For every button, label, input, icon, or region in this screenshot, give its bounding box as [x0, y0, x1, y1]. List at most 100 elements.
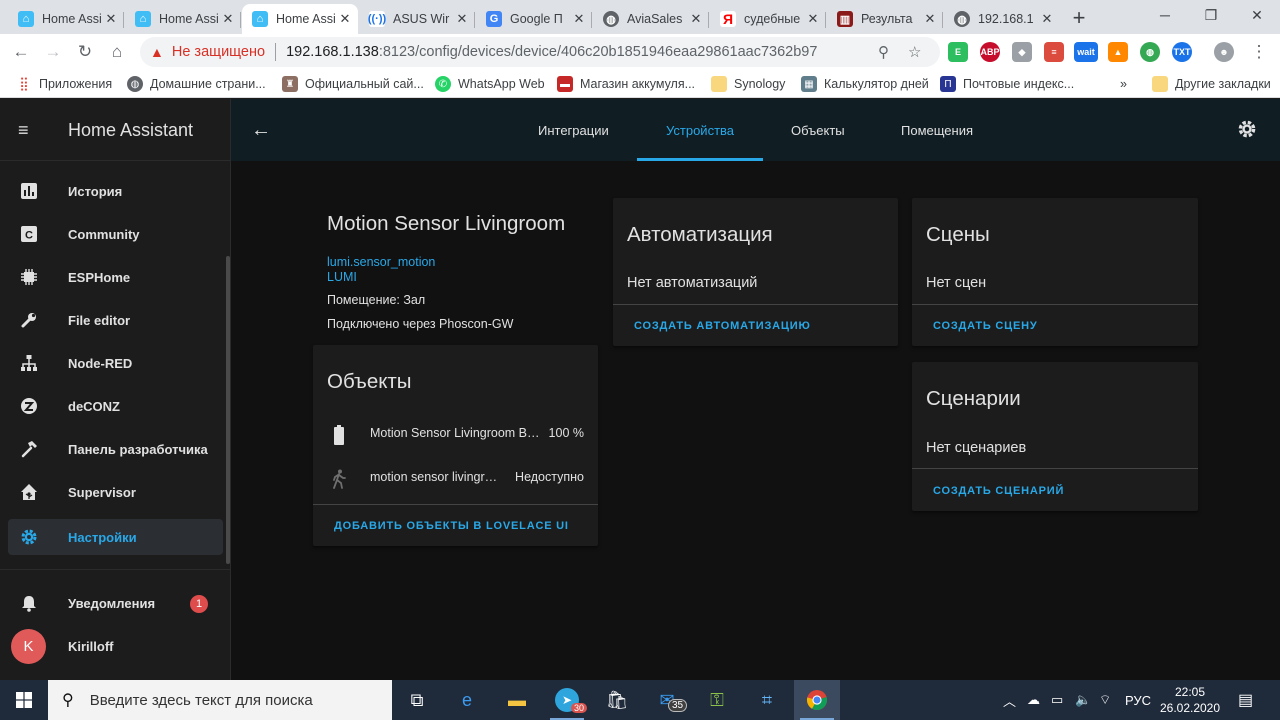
telegram-icon[interactable]: ➤ 30 [544, 680, 590, 720]
battery-tray-icon[interactable]: ▭ [1051, 680, 1063, 720]
store-icon[interactable]: 🛍 [594, 680, 640, 720]
network-app-icon[interactable]: ⌗ [744, 680, 790, 720]
mail-icon[interactable]: ✉ 35 [644, 680, 690, 720]
windows-start-button[interactable] [0, 680, 48, 720]
tab-entities[interactable]: Объекты [791, 99, 845, 161]
other-bookmarks[interactable]: Другие закладки [1152, 75, 1271, 93]
bookmark-item[interactable]: ▦ Калькулятор дней [801, 75, 929, 93]
entity-row[interactable]: motion sensor livingroom Недоступно [313, 457, 598, 501]
profile-avatar-icon[interactable]: ☻ [1214, 42, 1234, 62]
home-icon[interactable]: ⌂ [104, 39, 130, 65]
sidebar-item-supervisor[interactable]: Supervisor [8, 474, 223, 510]
close-tab-icon[interactable]: ✕ [689, 11, 703, 27]
bookmark-item[interactable]: Synology [711, 75, 785, 93]
security-label[interactable]: Не защищено [172, 44, 265, 60]
tab-areas[interactable]: Помещения [901, 99, 973, 161]
menu-dots-icon[interactable]: ⋮ [1246, 39, 1272, 65]
browser-tab[interactable]: Я судебные ✕ [710, 4, 826, 34]
device-model-link[interactable]: lumi.sensor_motion [327, 255, 435, 269]
file-explorer-icon[interactable]: ▬ [494, 680, 540, 720]
edge-browser-icon[interactable]: e [444, 680, 490, 720]
bookmark-item[interactable]: ◍ Домашние страни... [127, 75, 266, 93]
task-view-icon[interactable]: ⧉ [394, 680, 440, 720]
bookmarks-overflow-button[interactable]: » [1120, 75, 1127, 93]
close-tab-icon[interactable]: ✕ [806, 11, 820, 27]
url-text[interactable]: 192.168.1.138:8123/config/devices/device… [286, 44, 817, 60]
tab-title: Home Assi [159, 12, 219, 26]
browser-tab[interactable]: ◍ AviaSales ✕ [593, 4, 709, 34]
bookmark-item[interactable]: ♜ Официальный сай... [282, 75, 424, 93]
sidebar-item-developer-tools[interactable]: Панель разработчика [8, 431, 223, 467]
add-to-lovelace-button[interactable]: ДОБАВИТЬ ОБЪЕКТЫ В LOVELACE UI [334, 520, 569, 532]
browser-tab-active[interactable]: ⌂ Home Assi ✕ [242, 4, 358, 34]
close-window-button[interactable]: ✕ [1234, 0, 1280, 30]
device-manufacturer-link[interactable]: LUMI [327, 270, 357, 284]
language-indicator[interactable]: РУС [1125, 680, 1151, 720]
browser-tab[interactable]: ▥ Результа ✕ [827, 4, 943, 34]
sidebar-item-community[interactable]: C Community [8, 216, 223, 252]
bookmark-item[interactable]: ▬ Магазин аккумуля... [557, 75, 695, 93]
back-nav-icon[interactable]: ← [8, 39, 34, 65]
tab-integrations[interactable]: Интеграции [538, 99, 609, 161]
sidebar-item-deconz[interactable]: deCONZ [8, 388, 223, 424]
ha-main-panel: ← Интеграции Устройства Объекты Помещени… [231, 99, 1280, 680]
sidebar-item-esphome[interactable]: ESPHome [8, 259, 223, 295]
sidebar-item-settings[interactable]: Настройки [8, 519, 223, 555]
taskbar-clock[interactable]: 22:05 26.02.2020 [1158, 684, 1222, 716]
taskbar-search-input[interactable]: ⚲ Введите здесь текст для поиска [48, 680, 392, 720]
evernote-icon[interactable]: E [948, 42, 968, 62]
sidebar-item-node-red[interactable]: Node-RED [8, 345, 223, 381]
volume-icon[interactable]: 🔈 [1075, 680, 1091, 720]
menu-collapse-icon[interactable]: ≡ [18, 121, 38, 139]
wifi-icon[interactable]: ⌔ [1099, 680, 1111, 720]
onedrive-icon[interactable]: ☁ [1027, 680, 1040, 720]
create-automation-button[interactable]: СОЗДАТЬ АВТОМАТИЗАЦИЮ [634, 320, 811, 332]
close-tab-icon[interactable]: ✕ [338, 11, 352, 27]
entity-row[interactable]: Motion Sensor Livingroom Battery Level 1… [313, 413, 598, 457]
gear-icon[interactable] [1237, 119, 1257, 145]
browser-tab[interactable]: ◍ 192.168.1 ✕ [944, 4, 1060, 34]
vpn-icon[interactable]: ⚿ [694, 680, 740, 720]
card-divider [613, 304, 898, 305]
new-tab-button[interactable]: + [1066, 6, 1092, 32]
sidebar-item-history[interactable]: История [8, 173, 223, 209]
restore-window-button[interactable]: ❐ [1188, 0, 1234, 30]
vlc-icon[interactable]: ▲ [1108, 42, 1128, 62]
dropbox-icon[interactable]: ◆ [1012, 42, 1032, 62]
close-tab-icon[interactable]: ✕ [923, 11, 937, 27]
bookmark-item[interactable]: П Почтовые индекс... [940, 75, 1074, 93]
tray-overflow-icon[interactable]: ︿ [1003, 680, 1016, 720]
avatar[interactable]: K [11, 629, 46, 664]
chrome-icon[interactable] [794, 680, 840, 720]
back-arrow-icon[interactable]: ← [251, 119, 271, 142]
close-tab-icon[interactable]: ✕ [455, 11, 469, 27]
bookmark-star-icon[interactable]: ☆ [908, 37, 921, 67]
action-center-icon[interactable]: ▤ [1238, 680, 1253, 720]
earth-icon[interactable]: ◍ [1140, 42, 1160, 62]
whatsapp-icon: ✆ [435, 76, 451, 92]
todoist-icon[interactable]: ≡ [1044, 42, 1064, 62]
create-script-button[interactable]: СОЗДАТЬ СЦЕНАРИЙ [933, 485, 1064, 497]
bookmark-item[interactable]: ⣿ Приложения [16, 75, 112, 93]
browser-tab[interactable]: ((·)) ASUS Wir ✕ [359, 4, 475, 34]
close-tab-icon[interactable]: ✕ [104, 11, 118, 27]
wait-icon[interactable]: wait [1074, 42, 1098, 62]
adblock-icon[interactable]: ABP [980, 42, 1000, 62]
bookmark-item[interactable]: ✆ WhatsApp Web [435, 75, 545, 93]
sidebar-scrollbar[interactable] [226, 256, 230, 564]
tab-devices[interactable]: Устройства [666, 99, 734, 161]
close-tab-icon[interactable]: ✕ [1040, 11, 1054, 27]
browser-tab[interactable]: G Google П ✕ [476, 4, 592, 34]
address-bar[interactable]: ▲ Не защищено 192.168.1.138:8123/config/… [140, 37, 940, 67]
forward-nav-icon[interactable]: → [40, 39, 66, 65]
zoom-search-icon[interactable]: ⚲ [878, 37, 889, 67]
minimize-window-button[interactable]: ─ [1142, 0, 1188, 30]
reload-icon[interactable]: ↻ [72, 39, 98, 65]
jtxt-icon[interactable]: TXT [1172, 42, 1192, 62]
browser-tab[interactable]: ⌂ Home Assi ✕ [125, 4, 241, 34]
browser-tab[interactable]: ⌂ Home Assi ✕ [8, 4, 124, 34]
create-scene-button[interactable]: СОЗДАТЬ СЦЕНУ [933, 320, 1038, 332]
close-tab-icon[interactable]: ✕ [572, 11, 586, 27]
sidebar-item-file-editor[interactable]: File editor [8, 302, 223, 338]
close-tab-icon[interactable]: ✕ [221, 11, 235, 27]
